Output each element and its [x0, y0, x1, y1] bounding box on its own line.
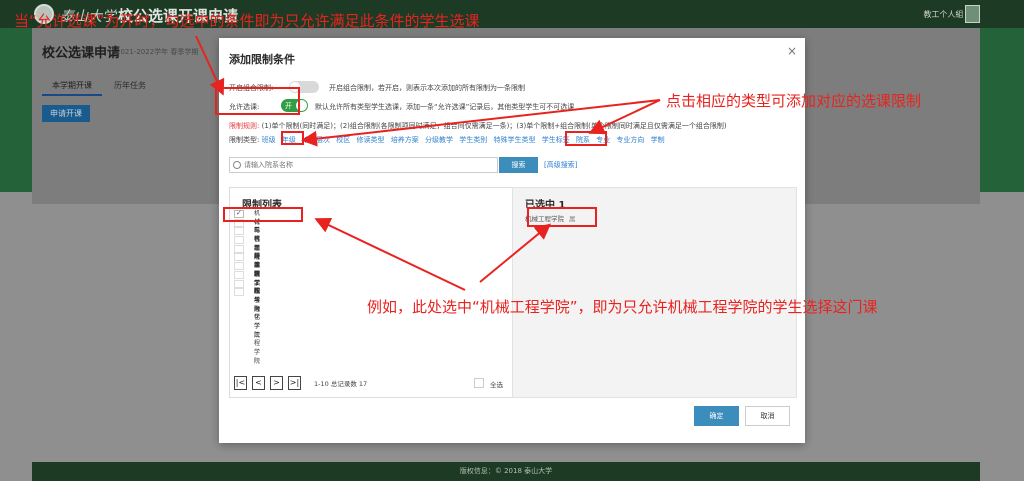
search-box	[229, 157, 498, 173]
page-title: 校公选课申请	[42, 46, 121, 61]
type-link-special-student[interactable]: 特殊学生类型	[493, 136, 535, 144]
rule-row: 限制规则: (1)单个限制(同时满足)；(2)组合限制(各限制项同时满足，组合间…	[229, 121, 727, 131]
checkbox[interactable]	[234, 288, 244, 297]
annotation-right: 点击相应的类型可添加对应的选课限制	[666, 92, 922, 110]
type-link-study-type[interactable]: 修读类型	[357, 136, 385, 144]
type-link-level[interactable]: 培养层次	[302, 136, 330, 144]
combo-desc: 开启组合限制，若开启，则表示本次添加的所有限制为一条限制	[329, 84, 525, 92]
apply-course-button[interactable]: 申请开课	[42, 105, 90, 122]
confirm-button[interactable]: 确定	[694, 406, 739, 426]
checkbox[interactable]	[234, 253, 244, 262]
search-icon	[233, 161, 241, 169]
type-link-length[interactable]: 学制	[651, 136, 665, 144]
highlight-allow-toggle	[215, 87, 300, 115]
footer: 版权信息：© 2018 泰山大学	[32, 462, 980, 481]
page-subtitle: 2021-2022学年 春季学期	[116, 48, 199, 56]
advanced-search-link[interactable]: [高级搜索]	[544, 160, 577, 170]
rule-label: 限制规则:	[229, 122, 260, 130]
checkbox[interactable]	[234, 262, 244, 271]
list-item-label: 环境与化学工程学院	[254, 288, 261, 365]
prev-page-button[interactable]: <	[252, 376, 265, 390]
type-link-major-direction[interactable]: 专业方向	[616, 136, 644, 144]
highlight-type-grade	[281, 131, 304, 145]
checkbox[interactable]	[234, 270, 244, 279]
user-menu[interactable]: 教工个人組 ▾	[923, 9, 970, 20]
annotation-top: 当“允许选课”为开时，勾选中的条件即为只允许满足此条件的学生选课	[14, 12, 480, 30]
type-link-campus[interactable]: 校区	[336, 136, 350, 144]
highlight-list-item	[223, 207, 303, 222]
select-all-label: 全选	[490, 381, 503, 389]
type-link-student-category[interactable]: 学生类别	[459, 136, 487, 144]
type-link-program[interactable]: 培养方案	[391, 136, 419, 144]
checkbox[interactable]	[234, 244, 244, 253]
pager-info: 1-10 总记录数 17	[314, 380, 368, 388]
type-label: 限制类型:	[229, 136, 260, 144]
checkbox[interactable]	[234, 279, 244, 288]
user-avatar[interactable]	[965, 5, 980, 23]
type-link-class[interactable]: 班级	[262, 136, 276, 144]
tab-history[interactable]: 历年任务	[114, 80, 146, 91]
first-page-button[interactable]: |<	[234, 376, 247, 390]
type-link-tiered[interactable]: 分级教学	[425, 136, 453, 144]
select-all-checkbox[interactable]	[474, 378, 484, 388]
checkbox[interactable]	[234, 236, 244, 245]
search-button[interactable]: 搜索	[499, 157, 538, 173]
highlight-type-dept-major	[565, 131, 607, 146]
annotation-bottom: 例如，此处选中“机械工程学院”，即为只允许机械工程学院的学生选择这门课	[367, 298, 878, 316]
next-page-button[interactable]: >	[270, 376, 283, 390]
close-icon[interactable]: ×	[787, 44, 797, 58]
tab-active-indicator	[42, 94, 102, 96]
checkbox[interactable]	[234, 227, 244, 236]
cancel-button[interactable]: 取消	[745, 406, 790, 426]
modal-title: 添加限制条件	[229, 53, 295, 66]
last-page-button[interactable]: >|	[288, 376, 301, 390]
allow-desc: 默认允许所有类型学生选课，添加一条“允许选课”记录后，其他类型学生可不可选课	[315, 103, 575, 111]
tab-current-term[interactable]: 本学期开课	[52, 80, 92, 91]
search-input[interactable]	[244, 159, 494, 171]
highlight-selected-item	[527, 207, 597, 227]
rule-text: (1)单个限制(同时满足)；(2)组合限制(各限制项同时满足，组合间仅需满足一条…	[261, 122, 727, 130]
